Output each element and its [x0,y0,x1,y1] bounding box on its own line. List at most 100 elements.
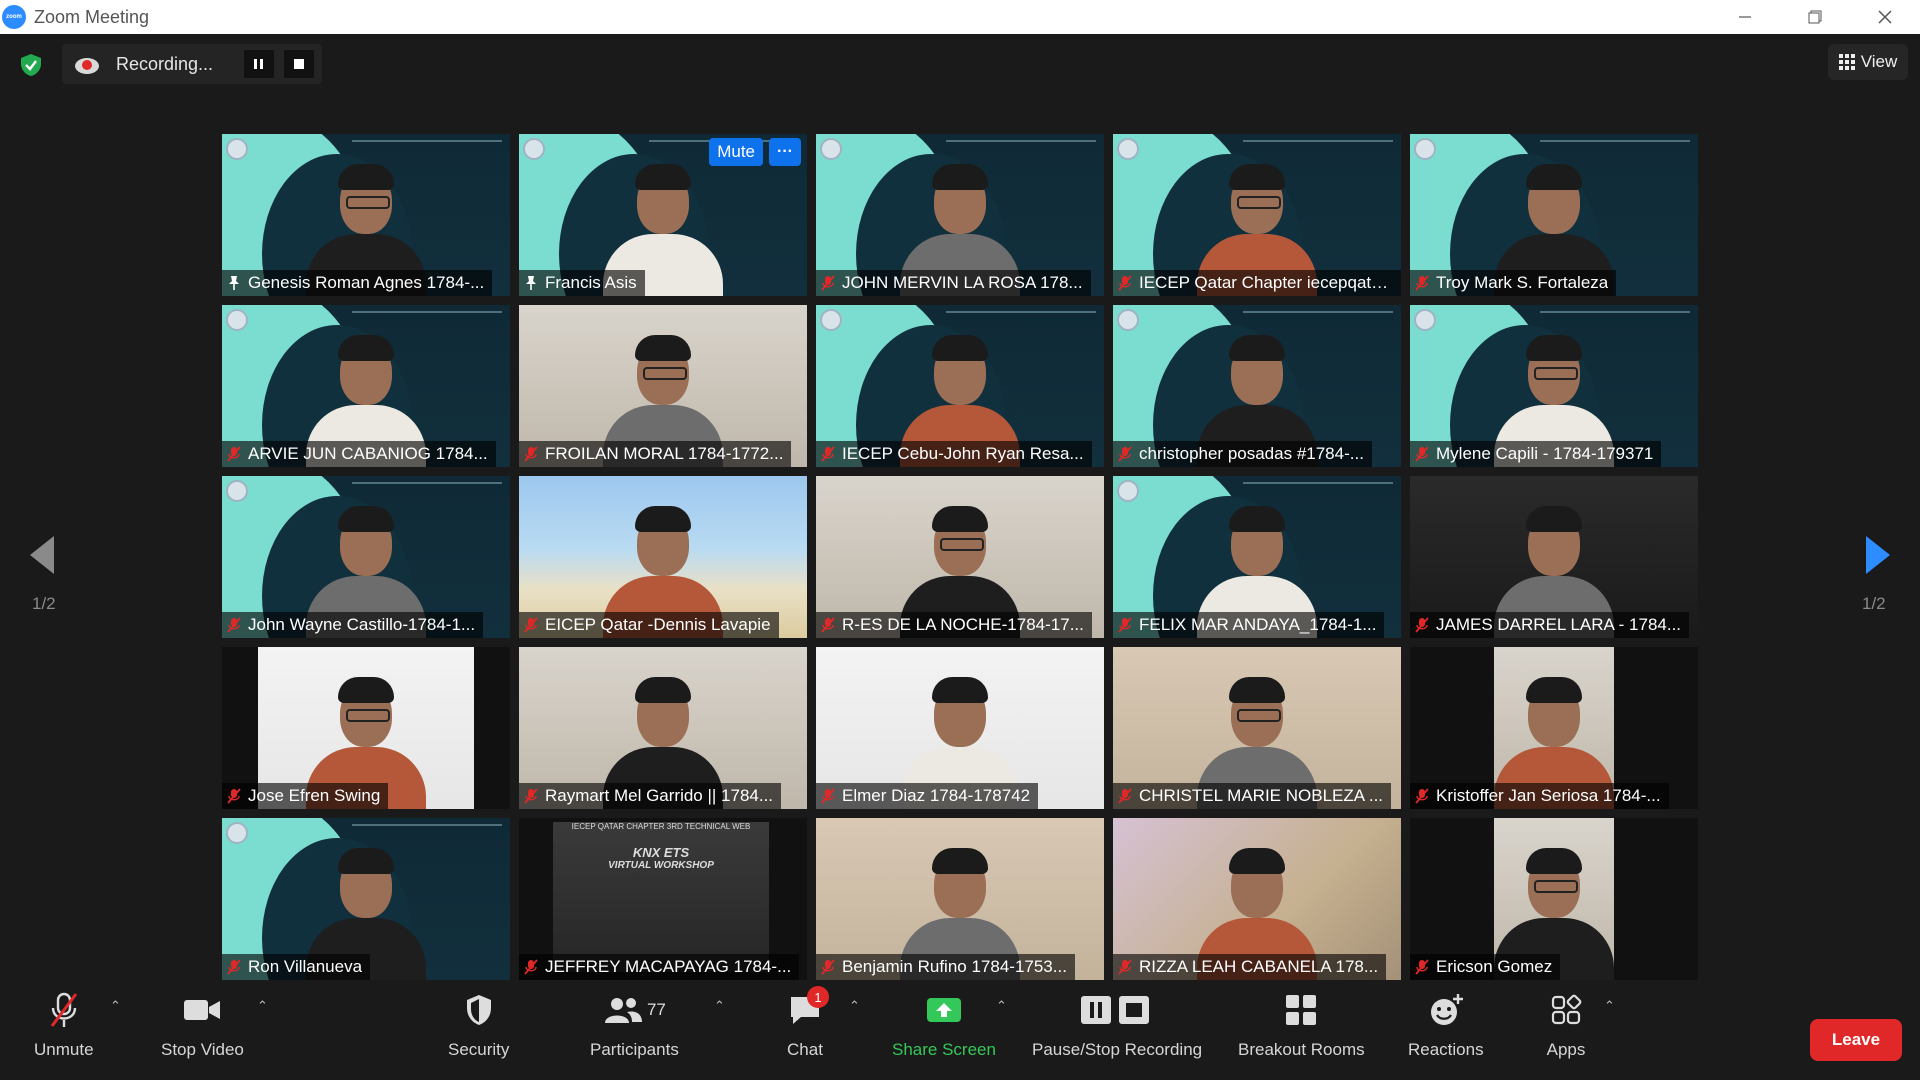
participant-name: Raymart Mel Garrido || 1784... [545,786,774,805]
muted-microphone-icon [1415,617,1429,633]
apps-button[interactable]: Apps [1546,990,1586,1060]
muted-microphone-icon [524,788,538,804]
participant-name: IECEP Cebu-John Ryan Resa... [842,444,1084,463]
participant-name-label: christopher posadas #1784-... [1113,441,1372,467]
participant-name-label: FELIX MAR ANDAYA_1784-1... [1113,612,1385,638]
leave-button[interactable]: Leave [1810,1019,1902,1061]
video-tile[interactable]: John Wayne Castillo-1784-1... [222,476,510,638]
video-tile[interactable]: IECEP Qatar Chapter iecepqatar... [1113,134,1401,296]
organization-logo-icon [1414,309,1436,331]
participant-name-label: IECEP Qatar Chapter iecepqatar... [1113,270,1401,296]
letterbox-bar [474,647,510,809]
stop-video-button[interactable]: Stop Video [161,990,244,1060]
reactions-button[interactable]: Reactions [1408,990,1484,1060]
muted-microphone-icon [524,446,538,462]
pause-icon [254,59,263,69]
minimize-button[interactable] [1710,0,1780,34]
participant-name-label: EICEP Qatar -Dennis Lavapie [519,612,779,638]
participant-name: FROILAN MORAL 1784-1772... [545,444,784,463]
encryption-shield-icon[interactable] [18,52,44,78]
poster-header: IECEP QATAR CHAPTER 3RD TECHNICAL WEB [571,822,751,831]
participant-name-label: JEFFREY MACAPAYAG 1784-... [519,954,800,980]
video-tile[interactable]: CHRISTEL MARIE NOBLEZA ... [1113,647,1401,809]
chat-button[interactable]: 1 Chat [785,986,829,1060]
participant-name-label: IECEP Cebu-John Ryan Resa... [816,441,1092,467]
next-page-arrow-icon[interactable] [1858,530,1898,580]
participant-name: Genesis Roman Agnes 1784-... [248,273,485,292]
muted-microphone-icon [1415,959,1429,975]
participant-name: Mylene Capili - 1784-179371 [1436,444,1654,463]
grid-view-icon [1838,54,1855,70]
breakout-rooms-label: Breakout Rooms [1238,1040,1365,1059]
muted-microphone-icon [227,959,241,975]
video-tile[interactable]: Elmer Diaz 1784-178742 [816,647,1104,809]
previous-page-arrow-icon[interactable] [24,530,64,580]
video-tile[interactable]: Jose Efren Swing [222,647,510,809]
organization-logo-icon [226,309,248,331]
pause-recording-button[interactable] [244,50,274,78]
apps-options-caret-icon[interactable]: ⌃ [1604,998,1615,1014]
participant-name-label: Ron Villanueva [222,954,371,980]
participant-name: Benjamin Rufino 1784-1753... [842,957,1067,976]
security-button[interactable]: Security [448,990,509,1060]
muted-microphone-icon [1415,788,1429,804]
tile-more-options-button[interactable]: ··· [769,138,801,166]
video-tile[interactable]: JOHN MERVIN LA ROSA 178... [816,134,1104,296]
muted-microphone-icon [821,959,835,975]
chat-unread-badge: 1 [807,986,829,1008]
unmute-button[interactable]: Unmute [34,990,94,1060]
participant-name-label: JAMES DARREL LARA - 1784... [1410,612,1690,638]
pause-stop-recording-button[interactable]: Pause/Stop Recording [1032,990,1202,1060]
video-tile[interactable]: EICEP Qatar -Dennis Lavapie [519,476,807,638]
video-tile[interactable]: Genesis Roman Agnes 1784-... [222,134,510,296]
participant-name-label: Raymart Mel Garrido || 1784... [519,783,782,809]
muted-microphone-icon [1415,275,1429,291]
video-tile[interactable]: Ericson Gomez [1410,818,1698,980]
share-screen-button[interactable]: Share Screen [892,990,996,1060]
participant-name-label: FROILAN MORAL 1784-1772... [519,441,792,467]
video-tile[interactable]: Benjamin Rufino 1784-1753... [816,818,1104,980]
tile-mute-button[interactable]: Mute [709,138,763,166]
breakout-rooms-icon [1286,995,1317,1025]
stop-recording-button[interactable] [284,50,314,78]
view-button[interactable]: View [1828,44,1908,80]
share-options-caret-icon[interactable]: ⌃ [996,998,1007,1014]
participant-name-label: John Wayne Castillo-1784-1... [222,612,484,638]
video-tile[interactable]: Ron Villanueva [222,818,510,980]
share-screen-label: Share Screen [892,1040,996,1059]
close-button[interactable] [1850,0,1920,34]
reactions-label: Reactions [1408,1040,1484,1059]
video-tile[interactable]: Troy Mark S. Fortaleza [1410,134,1698,296]
muted-microphone-icon [821,275,835,291]
muted-microphone-icon [50,992,77,1027]
video-tile[interactable]: IECEP Cebu-John Ryan Resa... [816,305,1104,467]
audio-options-caret-icon[interactable]: ⌃ [110,998,121,1014]
cloud-recording-icon [75,58,99,74]
participant-name: FELIX MAR ANDAYA_1784-1... [1139,615,1377,634]
video-tile[interactable]: Mute ··· Francis Asis [519,134,807,296]
organization-logo-icon [1117,309,1139,331]
muted-microphone-icon [821,446,835,462]
recording-status: Recording... [116,53,214,74]
stop-video-label: Stop Video [161,1040,244,1059]
video-tile[interactable]: FELIX MAR ANDAYA_1784-1... [1113,476,1401,638]
video-tile[interactable]: Raymart Mel Garrido || 1784... [519,647,807,809]
video-tile[interactable]: christopher posadas #1784-... [1113,305,1401,467]
unmute-label: Unmute [34,1040,94,1059]
video-tile[interactable]: IECEP QATAR CHAPTER 3RD TECHNICAL WEB KNX… [519,818,807,980]
chat-options-caret-icon[interactable]: ⌃ [849,998,860,1014]
video-tile[interactable]: JAMES DARREL LARA - 1784... [1410,476,1698,638]
participants-options-caret-icon[interactable]: ⌃ [714,998,725,1014]
breakout-rooms-button[interactable]: Breakout Rooms [1238,990,1365,1060]
participants-button[interactable]: 77 Participants [590,990,679,1060]
video-tile[interactable]: Mylene Capili - 1784-179371 [1410,305,1698,467]
restore-button[interactable] [1780,0,1850,34]
organization-logo-icon [820,309,842,331]
organization-logo-icon [1414,138,1436,160]
video-options-caret-icon[interactable]: ⌃ [257,998,268,1014]
video-tile[interactable]: Kristoffer Jan Seriosa 1784-... [1410,647,1698,809]
video-tile[interactable]: ARVIE JUN CABANIOG 1784... [222,305,510,467]
video-tile[interactable]: R-ES DE LA NOCHE-1784-17... [816,476,1104,638]
video-tile[interactable]: FROILAN MORAL 1784-1772... [519,305,807,467]
video-tile[interactable]: RIZZA LEAH CABANELA 178... [1113,818,1401,980]
